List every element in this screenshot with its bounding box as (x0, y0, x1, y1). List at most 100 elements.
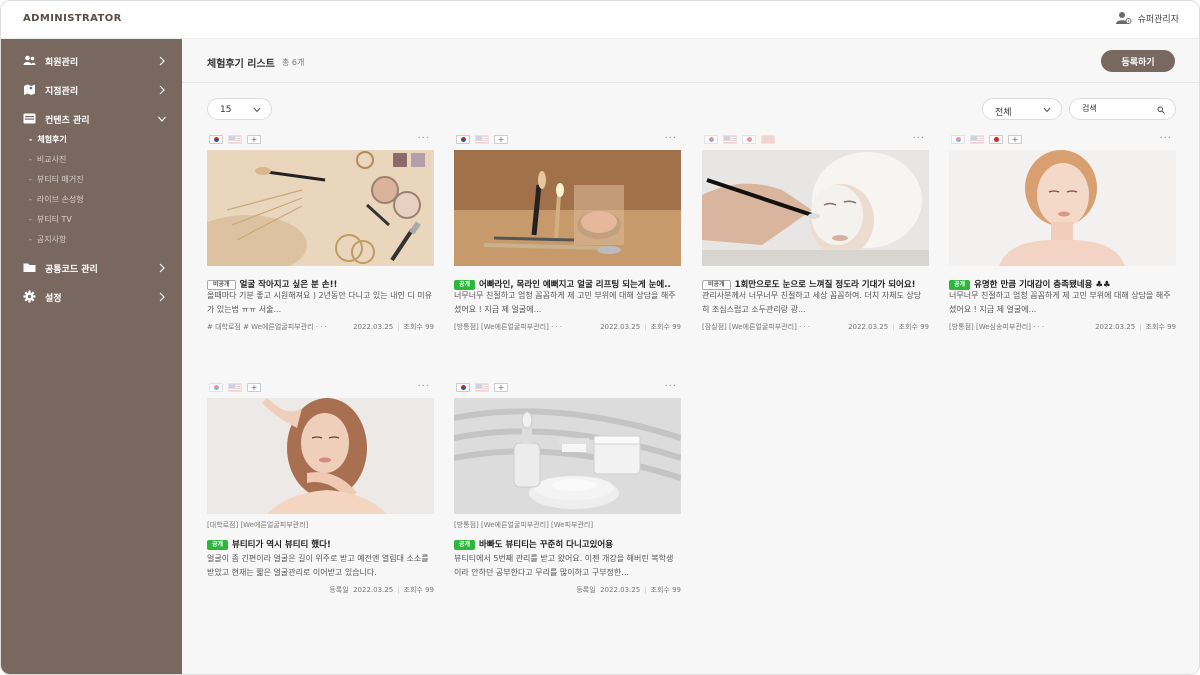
review-thumbnail[interactable] (702, 150, 929, 266)
cosmetics-photo (207, 150, 434, 266)
sidebar-item-label: 회원관리 (45, 58, 79, 68)
review-date: 2022.03.25 (353, 323, 394, 331)
sidebar-subitem-compare-photos[interactable]: 비교사진 (29, 154, 66, 165)
item-count: 총 6개 (282, 58, 305, 67)
reg-label: 등록일 (329, 586, 349, 594)
add-language-icon[interactable]: + (1008, 135, 1022, 144)
search-box (1069, 98, 1176, 120)
page-size-value: 15 (220, 105, 232, 115)
review-excerpt: 관리사분께서 너무너무 친절하고 세상 꼼꼼하여. 더치 자체도 상당히 조심스… (702, 291, 922, 314)
add-language-icon[interactable]: + (494, 383, 508, 392)
flag-us-icon[interactable] (228, 383, 242, 392)
sidebar-subitem-reviews[interactable]: 체험후기 (29, 134, 66, 145)
chevron-right-icon (159, 263, 165, 273)
register-button[interactable]: 등록하기 (1101, 50, 1175, 72)
sidebar-item-settings[interactable]: 설정 (1, 286, 182, 308)
review-thumbnail[interactable] (207, 150, 434, 266)
chevron-right-icon (159, 85, 165, 95)
review-tags: [잠실점] [We에른얼굴피부관리] · · · (702, 323, 811, 331)
flag-jp-icon[interactable] (742, 135, 756, 144)
flag-kr-icon[interactable] (209, 135, 223, 144)
flag-cn-icon[interactable] (761, 135, 775, 144)
chevron-down-icon (253, 107, 261, 113)
woman-portrait-photo (949, 150, 1176, 266)
flag-kr-icon[interactable] (456, 383, 470, 392)
more-options-icon[interactable]: ··· (664, 133, 677, 144)
flag-kr-icon[interactable] (209, 383, 223, 392)
review-tags: # 대학로점 # We에른얼굴피부관리 · · · (207, 323, 327, 331)
flag-jp-icon[interactable] (989, 135, 1003, 144)
review-title: 공개 뷰티티가 역시 뷰티티 했다! (207, 538, 434, 550)
flag-us-icon[interactable] (970, 135, 984, 144)
review-excerpt: 얼굴이 좀 긴편이라 얼굴은 길이 위주로 받고 예전엔 열림대 소소를 받았고… (207, 554, 429, 577)
more-options-icon[interactable]: ··· (417, 381, 430, 392)
review-date: 2022.03.25 (353, 586, 394, 594)
review-thumbnail[interactable] (454, 398, 681, 514)
more-options-icon[interactable]: ··· (1159, 133, 1172, 144)
language-flags: + (456, 383, 508, 393)
user-menu[interactable]: 슈퍼관리자 (1115, 11, 1179, 25)
add-language-icon[interactable]: + (247, 135, 261, 144)
sidebar-item-common-code[interactable]: 공통코드 관리 (1, 257, 182, 279)
review-tags: [방통점] [We에른얼굴피부관리] · · · (454, 323, 563, 331)
search-icon[interactable] (1157, 106, 1165, 114)
flag-us-icon[interactable] (723, 135, 737, 144)
review-thumbnail[interactable] (949, 150, 1176, 266)
sidebar-item-label: 컨텐츠 관리 (45, 116, 90, 126)
flag-kr-icon[interactable] (704, 135, 718, 144)
review-thumbnail[interactable] (207, 398, 434, 514)
review-meta: 등록일 2022.03.25 | 조회수 99 (576, 586, 681, 594)
sidebar-item-label: 지점관리 (45, 87, 79, 97)
review-meta: 등록일 2022.03.25 | 조회수 99 (329, 586, 434, 594)
more-options-icon[interactable]: ··· (664, 381, 677, 392)
review-views: 조회수 99 (650, 323, 681, 331)
flag-us-icon[interactable] (228, 135, 242, 144)
review-tags: [대학로점] [We에른얼굴피부관리] (207, 521, 309, 529)
sidebar-item-label: 설정 (45, 294, 62, 304)
sidebar-item-label: 공통코드 관리 (45, 265, 98, 275)
more-options-icon[interactable]: ··· (417, 133, 430, 144)
flag-kr-icon[interactable] (951, 135, 965, 144)
review-views: 조회수 99 (650, 586, 681, 594)
page-size-select[interactable]: 15 (207, 98, 272, 120)
review-excerpt: 올때마다 기분 좋고 시원해져요 ) 2년동안 다니고 있는 내인 디 미유가 … (207, 291, 432, 314)
review-date: 2022.03.25 (1095, 323, 1136, 331)
review-views: 조회수 99 (403, 586, 434, 594)
sidebar-subitem-live[interactable]: 라이브 손성형 (29, 194, 84, 205)
review-meta: 2022.03.25 | 조회수 99 (353, 323, 434, 331)
status-badge: 공개 (454, 539, 476, 550)
add-language-icon[interactable]: + (494, 135, 508, 144)
users-icon (23, 55, 36, 65)
category-select[interactable]: 전체 (982, 98, 1062, 120)
user-settings-icon (1115, 12, 1132, 24)
review-thumbnail[interactable] (454, 150, 681, 266)
top-bar: ADMINISTRATOR 슈퍼관리자 (1, 1, 1199, 39)
flag-us-icon[interactable] (475, 383, 489, 392)
flag-kr-icon[interactable] (456, 135, 470, 144)
review-meta: 2022.03.25 | 조회수 99 (848, 323, 929, 331)
sidebar-subitem-notice[interactable]: 공지사항 (29, 234, 66, 245)
review-tags: [방통점] [We에른얼굴피부관리] [We피부관리] (454, 521, 594, 529)
user-name: 슈퍼관리자 (1137, 14, 1179, 25)
brand-logo[interactable]: ADMINISTRATOR (23, 13, 122, 24)
add-language-icon[interactable]: + (247, 383, 261, 392)
sidebar-subitem-magazine[interactable]: 뷰티티 매거진 (29, 174, 84, 185)
brushes-photo (454, 150, 681, 266)
flag-us-icon[interactable] (475, 135, 489, 144)
review-views: 조회수 99 (403, 323, 434, 331)
status-badge: 공개 (207, 539, 229, 550)
gear-icon (23, 290, 36, 303)
woman-beauty-photo (207, 398, 434, 514)
sidebar-item-branches[interactable]: 지점관리 (1, 79, 182, 101)
review-excerpt: 뷰티티에서 5번째 관리를 받고 왔어요. 이젠 개강을 해버린 복학생이라 안… (454, 554, 674, 577)
sidebar: 회원관리 지점관리 컨텐츠 관리 체험후기 비교사진 뷰티티 매거진 라이브 손… (1, 39, 182, 674)
search-input[interactable] (1082, 104, 1152, 113)
sidebar-subitem-tv[interactable]: 뷰티티 TV (29, 214, 72, 225)
sidebar-item-content[interactable]: 컨텐츠 관리 (1, 108, 182, 130)
status-badge: 비공개 (702, 279, 731, 290)
review-excerpt: 너무너무 친절하고 엄청 꼼꼼하게 제 고민 부위에 대해 상담을 해주셨어요 … (454, 291, 676, 314)
language-flags: + (209, 383, 261, 393)
status-badge: 공개 (454, 279, 476, 290)
more-options-icon[interactable]: ··· (912, 133, 925, 144)
sidebar-item-members[interactable]: 회원관리 (1, 50, 182, 72)
